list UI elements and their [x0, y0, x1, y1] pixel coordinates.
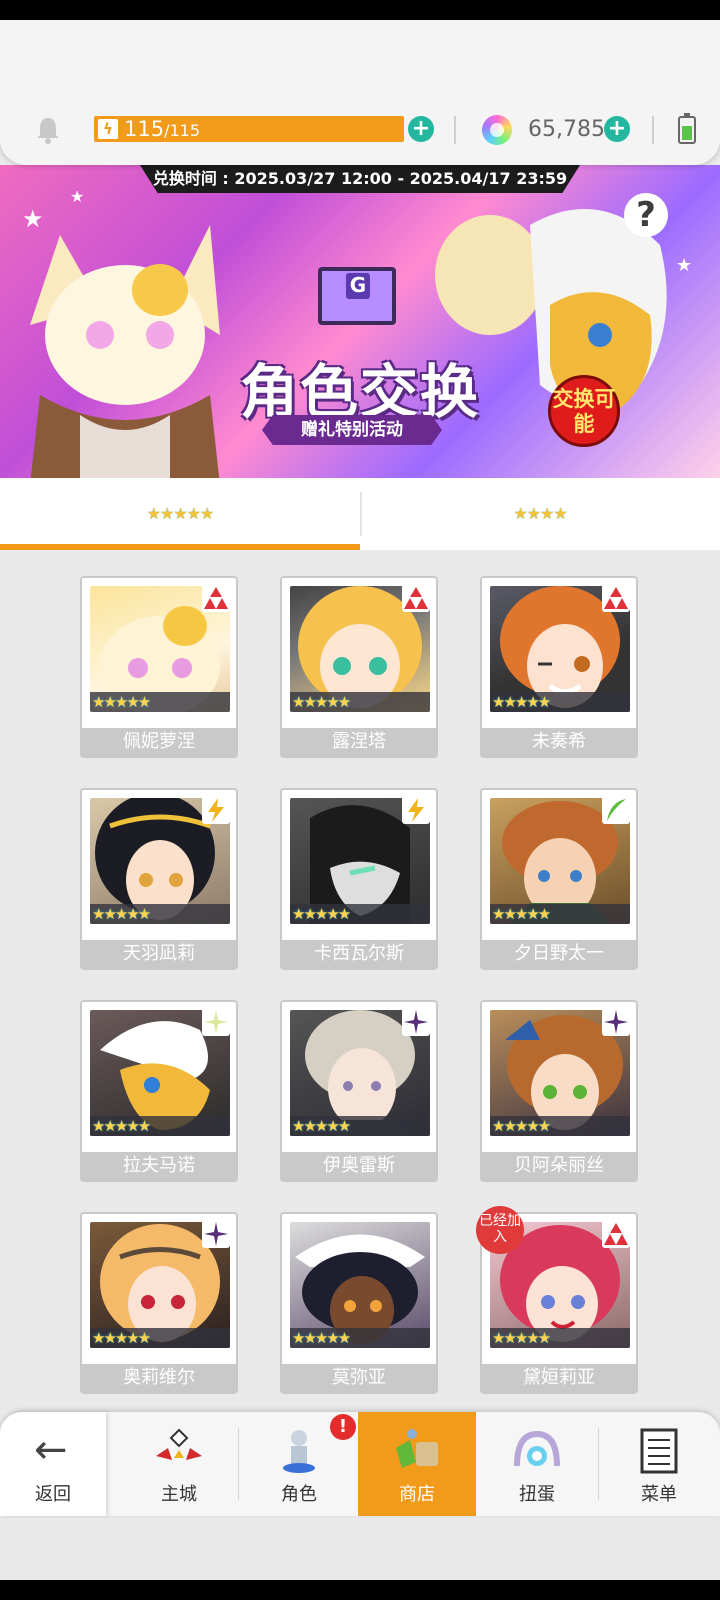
top-status-bar: ϟ 115/115 + 65,785 + — [0, 20, 720, 165]
nav-item-character[interactable]: ! 角色 — [240, 1412, 358, 1516]
fire-attribute-icon — [402, 584, 430, 612]
bottom-navigation: ← 返回 主城 ! 角色 商店 扭蛋 菜单 — [0, 1412, 720, 1516]
character-name: 莫弥亚 — [282, 1364, 436, 1392]
screen: ϟ 115/115 + 65,785 + ★ ★ ★ 兑换时间: 2025.0… — [0, 20, 720, 1580]
shop-bag-icon — [396, 1429, 438, 1468]
star-rank: ★★★★★ — [290, 1116, 430, 1136]
gift-envelope-icon — [318, 267, 396, 325]
back-button[interactable]: ← 返回 — [0, 1412, 106, 1516]
battery-icon — [678, 113, 696, 144]
character-card[interactable]: ★★★★★ 露涅塔 — [280, 576, 438, 758]
star-rank: ★★★★★ — [290, 692, 430, 712]
character-name: 伊奥雷斯 — [282, 1152, 436, 1180]
gem-icon — [482, 115, 512, 145]
star-rank: ★★★★★ — [490, 904, 630, 924]
thunder-attribute-icon — [402, 796, 430, 824]
dark-attribute-icon — [602, 1008, 630, 1036]
stamina-bar: ϟ 115/115 — [94, 116, 404, 142]
star-rank: ★★★★★ — [490, 1328, 630, 1348]
character-grid: ★★★★★ 佩妮萝涅 ★★★★★ 露涅塔 ★★★★★ 未奏希 ★★★★★ 天羽凪… — [0, 550, 720, 1420]
light-attribute-icon — [202, 1008, 230, 1036]
character-card[interactable]: ★★★★★ 贝阿朵丽丝 — [480, 1000, 638, 1182]
character-name: 卡西瓦尔斯 — [282, 940, 436, 968]
character-name: 天羽凪莉 — [82, 940, 236, 968]
dark-attribute-icon — [402, 1008, 430, 1036]
star-rank: ★★★★★ — [90, 1116, 230, 1136]
gem-count: 65,785 — [528, 117, 605, 142]
divider — [238, 1428, 239, 1500]
nav-item-gacha[interactable]: 扭蛋 — [478, 1412, 596, 1516]
bell-icon[interactable] — [35, 116, 61, 144]
nav-label: 主城 — [161, 1484, 197, 1505]
notification-badge: ! — [330, 1414, 356, 1440]
divider — [652, 116, 654, 144]
fire-attribute-icon — [602, 1220, 630, 1248]
character-name: 佩妮萝涅 — [82, 728, 236, 756]
character-name: 未奏希 — [482, 728, 636, 756]
character-name: 拉夫马诺 — [82, 1152, 236, 1180]
nav-item-menu[interactable]: 菜单 — [600, 1412, 718, 1516]
nav-item-castle[interactable]: 主城 — [120, 1412, 238, 1516]
lightning-icon: ϟ — [98, 119, 118, 139]
wind-attribute-icon — [602, 796, 630, 824]
star-rank: ★★★★★ — [290, 1328, 430, 1348]
nav-label: 菜单 — [641, 1484, 677, 1505]
back-arrow-icon: ← — [34, 1427, 68, 1473]
character-name: 奥莉维尔 — [82, 1364, 236, 1392]
star-rank: ★★★★★ — [290, 904, 430, 924]
tab-4-star[interactable]: ★★★★ — [360, 478, 720, 550]
star-rank: ★★★★★ — [490, 1116, 630, 1136]
tab-label: ★★★★★ — [146, 504, 215, 523]
help-button[interactable]: ? — [624, 193, 668, 237]
character-card[interactable]: ★★★★★ 奥莉维尔 — [80, 1212, 238, 1394]
divider — [598, 1428, 599, 1500]
nav-label: 扭蛋 — [519, 1484, 555, 1505]
character-name: 贝阿朵丽丝 — [482, 1152, 636, 1180]
divider — [454, 116, 456, 144]
character-card[interactable]: ★★★★★ 未奏希 — [480, 576, 638, 758]
already-joined-badge: 已经加入 — [476, 1206, 524, 1254]
castle-icon — [156, 1428, 202, 1460]
fire-attribute-icon — [202, 584, 230, 612]
character-card[interactable]: ★★★★★ 卡西瓦尔斯 — [280, 788, 438, 970]
character-card[interactable]: ★★★★★ 莫弥亚 — [280, 1212, 438, 1394]
banner-subtitle: 赠礼特别活动 — [262, 415, 442, 445]
nav-label: 商店 — [399, 1484, 435, 1505]
exchange-available-badge: 交换可能 — [548, 375, 620, 447]
character-icon — [283, 1430, 315, 1473]
dark-attribute-icon — [202, 1220, 230, 1248]
tab-5-star[interactable]: ★★★★★ — [0, 478, 360, 550]
star-rank: ★★★★★ — [90, 692, 230, 712]
character-card[interactable]: 已经加入 ★★★★★ 黛姮莉亚 — [476, 1206, 638, 1394]
nav-label: 返回 — [35, 1484, 71, 1505]
thunder-attribute-icon — [202, 796, 230, 824]
exchange-period: 兑换时间 : 2025.03/27 12:00 - 2025.04/17 23:… — [140, 165, 580, 193]
character-name: 夕日野太一 — [482, 940, 636, 968]
stamina-value: 115/115 — [124, 117, 201, 141]
nav-label: 角色 — [281, 1484, 317, 1505]
character-card[interactable]: ★★★★★ 拉夫马诺 — [80, 1000, 238, 1182]
character-card[interactable]: ★★★★★ 夕日野太一 — [480, 788, 638, 970]
nav-item-shop[interactable]: 商店 — [358, 1412, 476, 1516]
add-gems-button[interactable]: + — [604, 116, 630, 142]
character-card[interactable]: ★★★★★ 天羽凪莉 — [80, 788, 238, 970]
character-card[interactable]: ★★★★★ 伊奥雷斯 — [280, 1000, 438, 1182]
rarity-tabs: ★★★★★ ★★★★ — [0, 478, 720, 550]
menu-list-icon — [640, 1428, 678, 1474]
star-rank: ★★★★★ — [90, 1328, 230, 1348]
character-portrait: ★★★★★ — [290, 1222, 430, 1348]
character-card[interactable]: ★★★★★ 佩妮萝涅 — [80, 576, 238, 758]
star-rank: ★★★★★ — [90, 904, 230, 924]
gacha-capsule-icon — [514, 1430, 560, 1467]
add-stamina-button[interactable]: + — [408, 116, 434, 142]
fire-attribute-icon — [602, 584, 630, 612]
character-name: 露涅塔 — [282, 728, 436, 756]
character-name: 黛姮莉亚 — [482, 1364, 636, 1392]
tab-label: ★★★★ — [513, 504, 567, 523]
character-art-left — [30, 225, 220, 478]
star-rank: ★★★★★ — [490, 692, 630, 712]
event-banner: ★ ★ ★ 兑换时间 : 2025.03/27 12:00 - 2025.04/… — [0, 165, 720, 478]
